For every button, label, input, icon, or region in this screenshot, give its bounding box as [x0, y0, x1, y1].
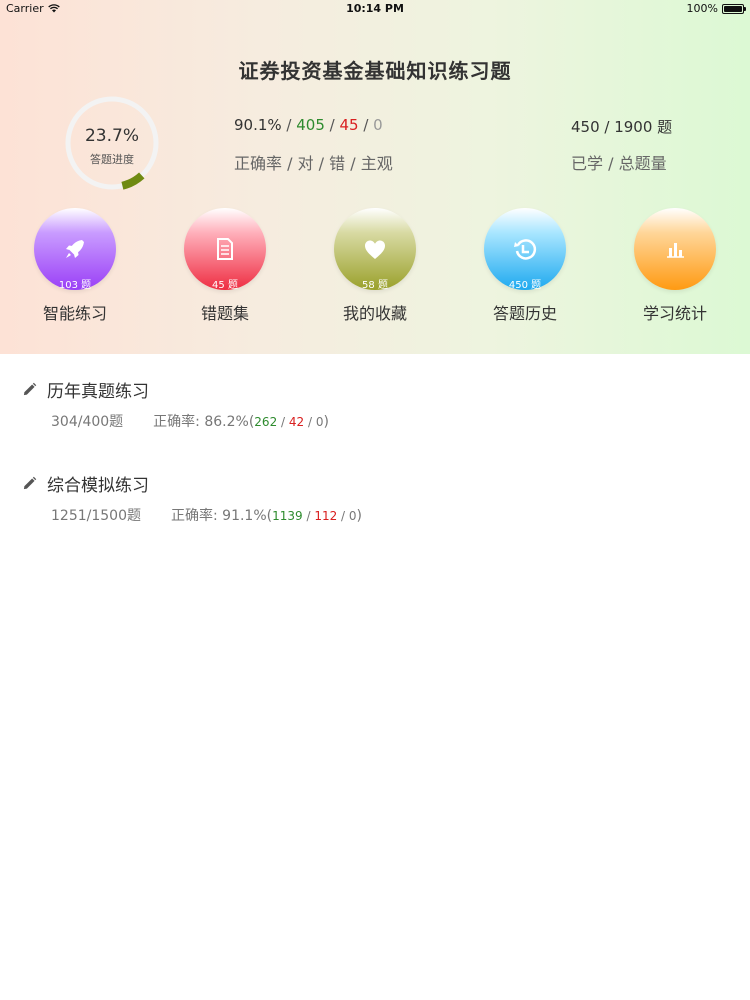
- past-exams-rate: 86.2%: [204, 414, 249, 430]
- accuracy-rate: 90.1%: [234, 116, 282, 134]
- document-icon: [217, 238, 233, 260]
- mock-exams-accuracy-label: 正确率:: [170, 508, 218, 524]
- wrong-count: 45: [339, 116, 359, 134]
- stat-separator: /: [281, 116, 297, 134]
- past-exams-close: ): [323, 414, 329, 430]
- mock-exams-section[interactable]: 综合模拟练习 1251/1500题 正确率: 91.1%(1139 / 112 /…: [22, 471, 722, 525]
- answer-history-button[interactable]: 450 题 答题历史: [465, 208, 585, 324]
- wrong-questions-count: 45 题: [212, 280, 238, 291]
- mock-exams-sep: /: [302, 509, 315, 523]
- accuracy-label: 正确率 / 对 / 错 / 主观: [234, 154, 393, 173]
- mock-exams-sep: /: [337, 509, 349, 523]
- study-stats-circle[interactable]: [634, 208, 716, 290]
- past-exams-sep: /: [277, 415, 289, 429]
- past-exams-accuracy-label: 正确率:: [153, 414, 200, 430]
- progress-caption: 答题进度: [90, 153, 134, 166]
- bar-chart-icon: [667, 243, 684, 258]
- smart-practice-button[interactable]: 103 题 智能练习: [15, 208, 135, 324]
- status-bar: Carrier 10:14 PM 100%: [0, 0, 750, 18]
- rocket-icon: [66, 240, 84, 258]
- pencil-icon: [23, 476, 37, 490]
- correct-count: 405: [296, 116, 325, 134]
- mock-exams-wrong: 112: [314, 509, 338, 523]
- mock-exams-stats: 1251/1500题 正确率: 91.1%(1139 / 112 / 0): [51, 505, 722, 525]
- past-exams-header[interactable]: 历年真题练习: [22, 377, 722, 402]
- past-exams-correct: 262: [254, 415, 278, 429]
- heart-icon: [365, 240, 385, 259]
- pencil-icon: [23, 382, 37, 396]
- wrong-questions-circle[interactable]: 45 题: [184, 208, 266, 291]
- past-exams-sep: /: [304, 415, 316, 429]
- page-title: 证券投资基金基础知识练习题: [238, 59, 512, 83]
- smart-practice-count: 103 题: [58, 280, 92, 291]
- wrong-questions-button[interactable]: 45 题 错题集: [165, 208, 285, 324]
- answer-history-circle[interactable]: 450 题: [484, 208, 566, 291]
- mock-exams-progress: 1251/1500题: [51, 508, 141, 524]
- mock-exams-header[interactable]: 综合模拟练习: [22, 471, 722, 496]
- progress-ring: 23.7% 答题进度: [64, 95, 160, 191]
- mock-exams-title: 综合模拟练习: [47, 476, 149, 496]
- battery: 100%: [686, 2, 746, 15]
- past-exams-stats: 304/400题 正确率: 86.2%(262 / 42 / 0): [51, 411, 722, 431]
- learned-total: 450 / 1900 题: [571, 118, 673, 136]
- past-exams-title: 历年真题练习: [47, 382, 149, 402]
- past-exams-wrong: 42: [288, 415, 305, 429]
- mock-exams-close: ): [356, 508, 363, 524]
- favorites-circle[interactable]: 58 题: [334, 208, 416, 291]
- favorites-count: 58 题: [362, 280, 388, 291]
- stat-separator: /: [358, 116, 374, 134]
- history-icon: [514, 239, 537, 260]
- favorites-button[interactable]: 58 题 我的收藏: [315, 208, 435, 324]
- header-panel: 证券投资基金基础知识练习题 23.7% 答题进度 90.1% / 405 / 4…: [0, 0, 750, 354]
- subjective-count: 0: [373, 116, 383, 134]
- mock-exams-rate: 91.1%: [222, 508, 267, 524]
- study-stats-button[interactable]: 学习统计: [615, 208, 735, 324]
- status-time: 10:14 PM: [346, 2, 404, 15]
- answer-history-label: 答题历史: [492, 304, 557, 323]
- battery-percent: 100%: [686, 2, 718, 15]
- battery-icon: [722, 3, 746, 14]
- mock-exams-correct: 1139: [272, 509, 303, 523]
- smart-practice-circle[interactable]: 103 题: [34, 208, 116, 291]
- answer-history-count: 450 题: [508, 280, 542, 291]
- learned-label: 已学 / 总题量: [571, 154, 667, 173]
- accuracy-stats: 90.1% / 405 / 45 / 0: [234, 116, 383, 134]
- favorites-label: 我的收藏: [342, 304, 407, 323]
- wrong-questions-label: 错题集: [200, 304, 249, 323]
- past-exams-progress: 304/400题: [51, 414, 124, 430]
- past-exams-section[interactable]: 历年真题练习 304/400题 正确率: 86.2%(262 / 42 / 0): [22, 377, 722, 431]
- smart-practice-label: 智能练习: [42, 304, 107, 323]
- progress-percent: 23.7%: [84, 126, 139, 146]
- mock-exams-subjective: 0: [348, 509, 357, 523]
- study-stats-label: 学习统计: [642, 304, 707, 323]
- stat-separator: /: [324, 116, 340, 134]
